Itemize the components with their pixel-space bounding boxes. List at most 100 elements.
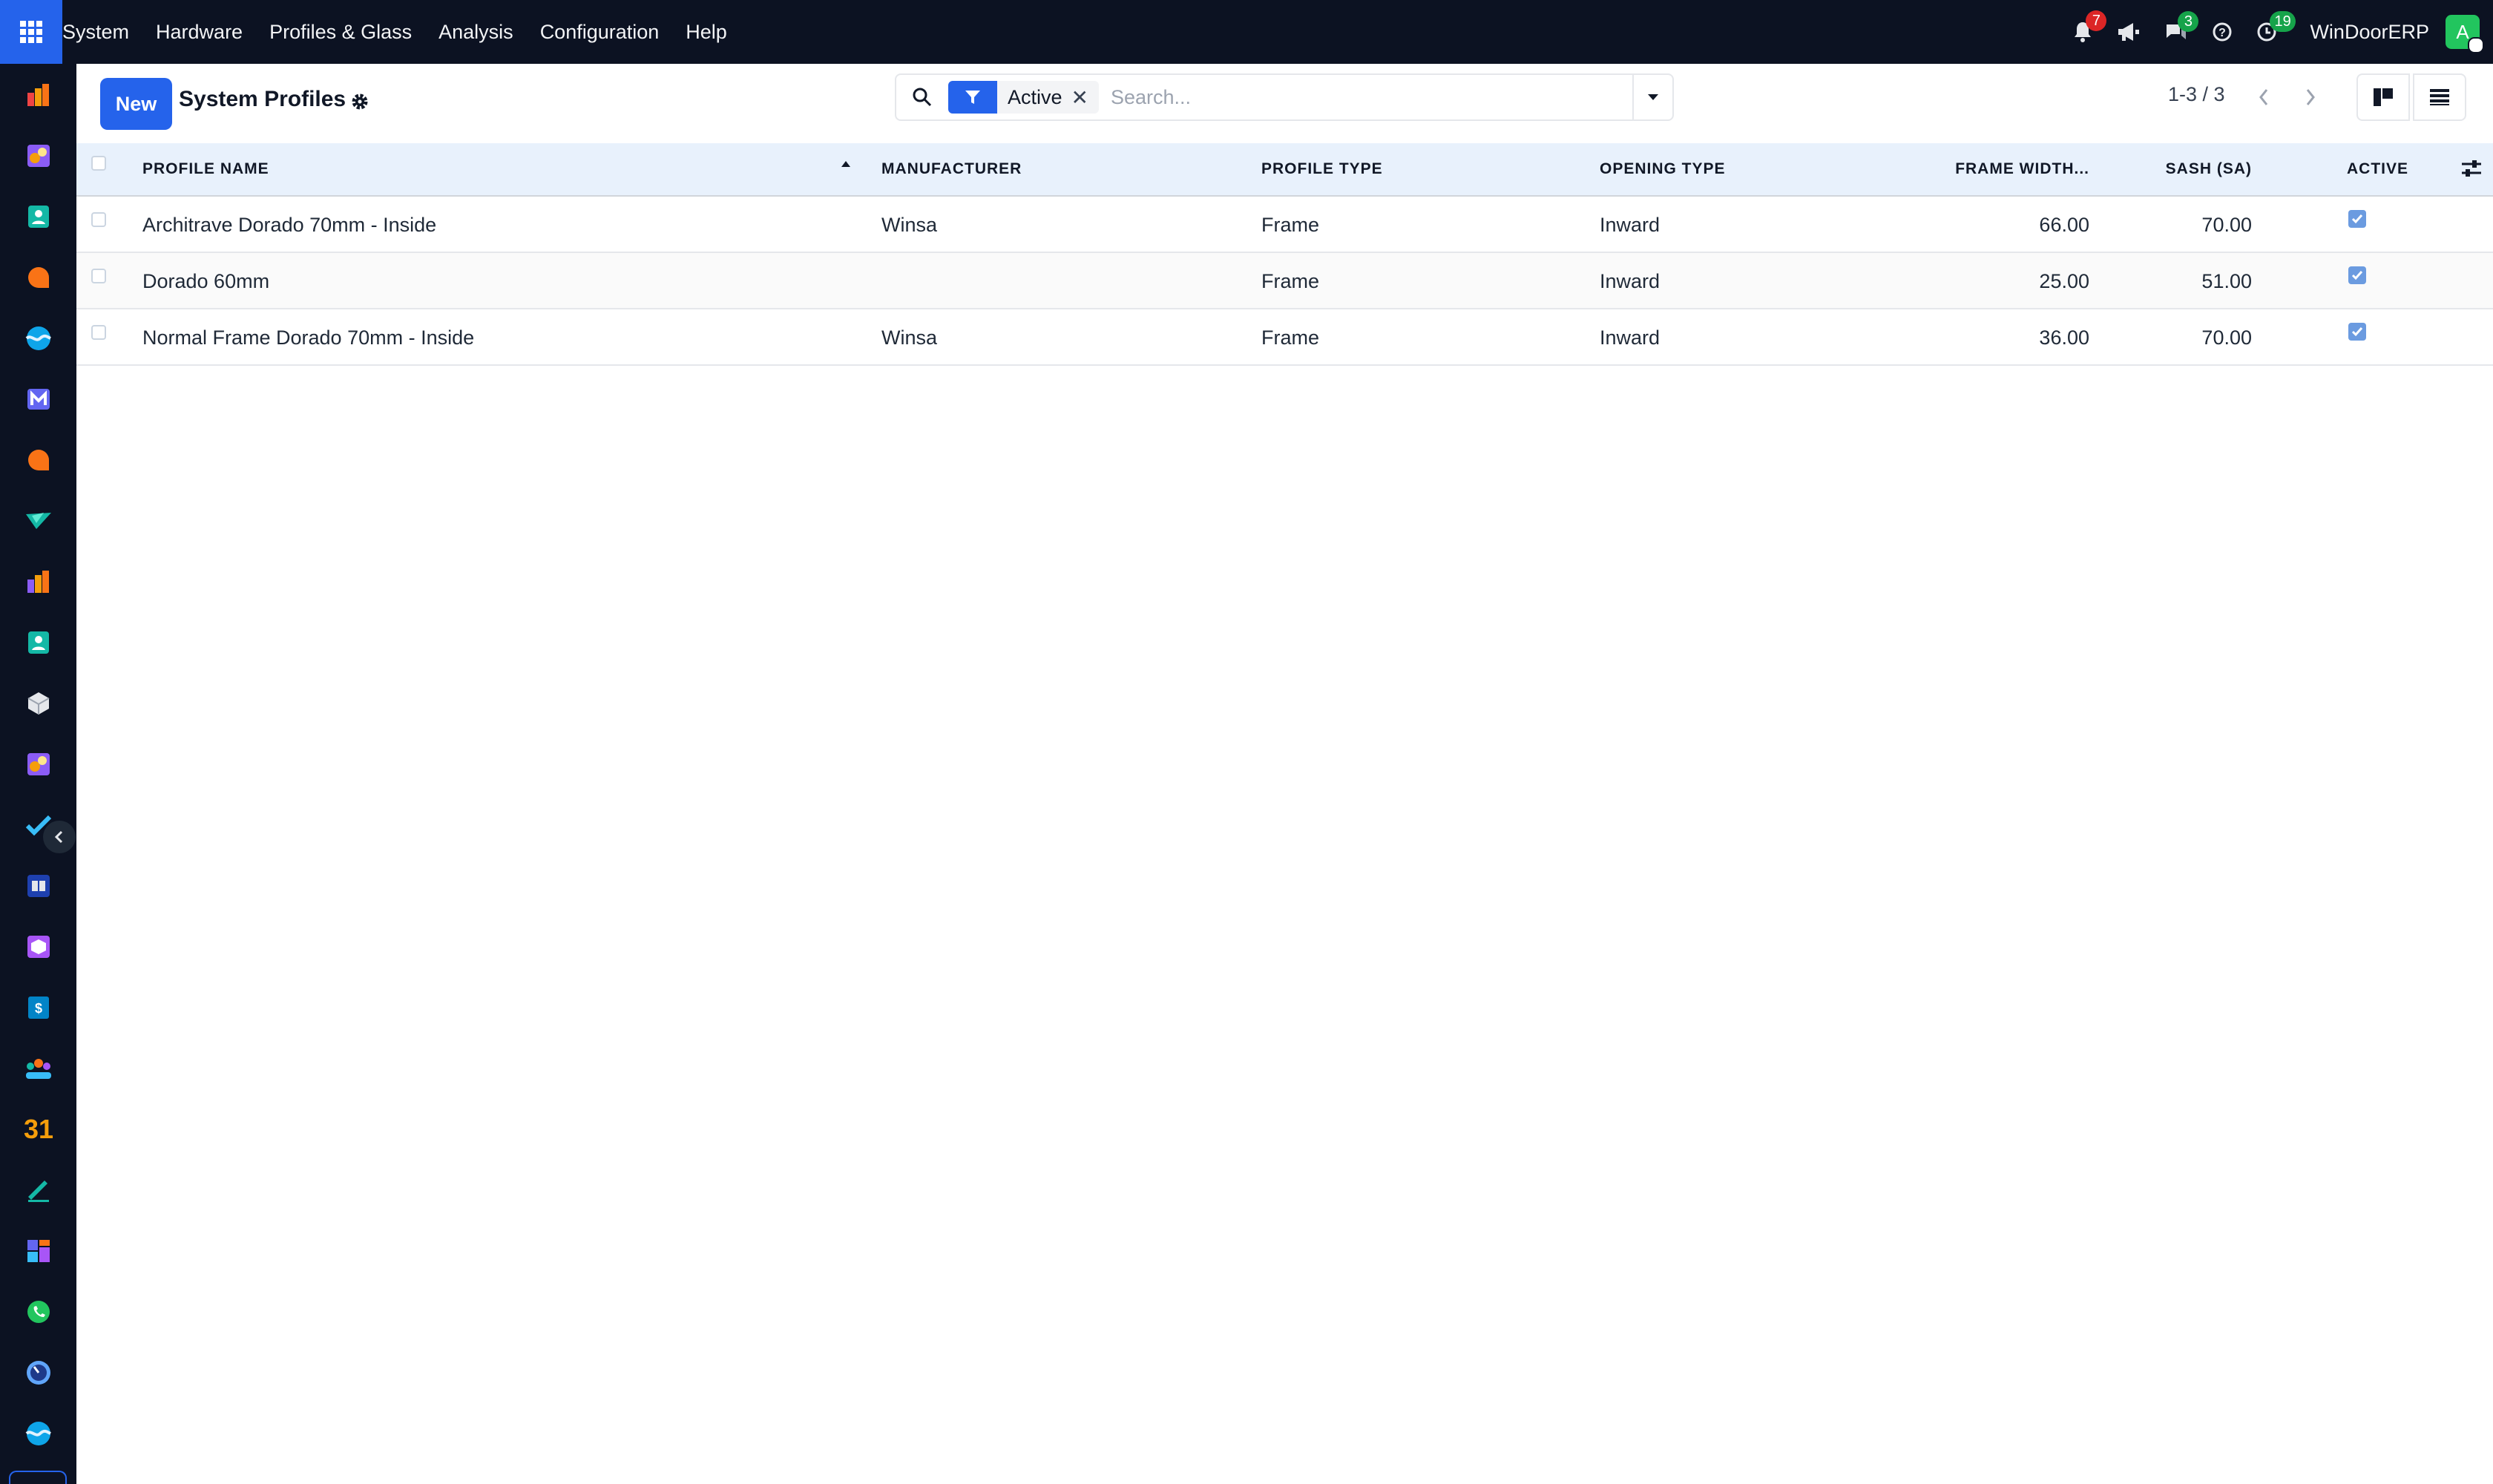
- filter-facet-remove[interactable]: ✕: [1071, 85, 1099, 110]
- activities-count-badge: 19: [2270, 11, 2296, 32]
- sort-ascending-icon: [841, 158, 851, 171]
- sidebar-app-dashboards[interactable]: [22, 1235, 55, 1267]
- pager-next-button[interactable]: [2289, 73, 2332, 121]
- mail-icon: [27, 389, 50, 410]
- actions-gear-button[interactable]: [350, 92, 369, 115]
- sidebar-app-charts[interactable]: [22, 565, 55, 598]
- column-header-active[interactable]: ACTIVE: [2347, 160, 2408, 178]
- sidebar-app-employees[interactable]: [22, 1052, 55, 1085]
- list-view-button[interactable]: [2413, 73, 2466, 121]
- kanban-view-button[interactable]: [2356, 73, 2410, 121]
- sidebar-app-contacts[interactable]: [22, 200, 55, 233]
- package-icon: [27, 692, 50, 715]
- cell-profile-name: Architrave Dorado 70mm - Inside: [142, 214, 437, 236]
- filter-facet: Active ✕: [948, 81, 1099, 114]
- cell-frame-width: 25.00: [2039, 270, 2089, 292]
- column-header-opening-type[interactable]: OPENING TYPE: [1600, 160, 1726, 178]
- filter-facet-icon: [948, 81, 997, 114]
- sidebar-app-time[interactable]: [22, 1356, 55, 1389]
- notifications-count-badge: 7: [2086, 10, 2107, 31]
- sidebar-app-sign[interactable]: [22, 1174, 55, 1206]
- company-switcher[interactable]: WinDoorERP: [2310, 21, 2429, 44]
- sidebar-app-documentation[interactable]: [22, 870, 55, 902]
- menu-configuration[interactable]: Configuration: [540, 21, 660, 44]
- cell-manufacturer: Winsa: [881, 326, 938, 349]
- sidebar-app-tasks[interactable]: [22, 809, 55, 841]
- sidebar-app-whatsapp[interactable]: [22, 1296, 55, 1328]
- table-row[interactable]: Normal Frame Dorado 70mm - Inside Winsa …: [76, 309, 2493, 366]
- column-header-frame-width[interactable]: FRAME WIDTH...: [1955, 160, 2089, 178]
- cell-profile-name: Normal Frame Dorado 70mm - Inside: [142, 326, 475, 349]
- row-checkbox[interactable]: [91, 325, 106, 340]
- sidebar-app-chat[interactable]: [22, 444, 55, 476]
- sliders-icon: [2462, 160, 2481, 177]
- pager-previous-button[interactable]: [2242, 73, 2285, 121]
- sidebar-app-contacts-2[interactable]: [22, 626, 55, 659]
- cell-profile-type: Frame: [1261, 270, 1320, 292]
- pager-value[interactable]: 1-3 / 3: [2168, 83, 2225, 106]
- column-header-profile-name[interactable]: PROFILE NAME: [142, 160, 269, 178]
- question-circle-icon: ?: [2213, 22, 2232, 42]
- cell-sash: 51.00: [2201, 270, 2252, 292]
- column-header-sash[interactable]: SASH (SA): [2166, 160, 2252, 178]
- cell-frame-width: 66.00: [2039, 214, 2089, 236]
- user-avatar[interactable]: A: [2446, 15, 2484, 53]
- app-menu-button[interactable]: [0, 0, 62, 64]
- cell-opening-type: Inward: [1600, 214, 1661, 236]
- search-options-toggle[interactable]: [1632, 75, 1672, 119]
- active-checkbox[interactable]: [2348, 266, 2366, 284]
- dashboards-icon: [27, 1240, 50, 1262]
- kanban-icon: [2374, 88, 2393, 106]
- sidebar-app-mail[interactable]: [22, 383, 55, 416]
- sidebar-app-wave-2[interactable]: [22, 1417, 55, 1450]
- sidebar-app-misc-2[interactable]: [22, 748, 55, 781]
- search-panel: Active ✕: [895, 73, 1674, 121]
- table-row[interactable]: Dorado 60mm Frame Inward 25.00 51.00: [76, 253, 2493, 309]
- grid-icon: [20, 21, 42, 43]
- search-input[interactable]: [1109, 85, 1617, 110]
- charts-icon: [27, 571, 49, 593]
- active-checkbox[interactable]: [2348, 323, 2366, 341]
- top-navbar: System Hardware Profiles & Glass Analysi…: [0, 0, 2493, 64]
- sidebar-app-wave[interactable]: [22, 322, 55, 355]
- sidebar-app-discuss[interactable]: [22, 261, 55, 294]
- chevron-right-icon: [2306, 89, 2315, 105]
- sidebar-app-package[interactable]: [22, 687, 55, 720]
- documentation-icon: [27, 875, 50, 897]
- chat-bubble-icon: [28, 450, 49, 470]
- activities-button[interactable]: 19: [2256, 11, 2296, 42]
- row-checkbox[interactable]: [91, 212, 106, 227]
- sidebar-app-check[interactable]: [22, 505, 55, 537]
- cell-opening-type: Inward: [1600, 270, 1661, 292]
- messages-button[interactable]: 3: [2164, 11, 2199, 42]
- menu-hardware[interactable]: Hardware: [156, 21, 243, 44]
- sidebar-app-misc[interactable]: [22, 139, 55, 172]
- column-header-manufacturer[interactable]: MANUFACTURER: [881, 160, 1022, 178]
- table-row[interactable]: Architrave Dorado 70mm - Inside Winsa Fr…: [76, 197, 2493, 253]
- menu-help[interactable]: Help: [686, 21, 727, 44]
- sign-icon: [28, 1181, 49, 1202]
- announcements-button[interactable]: [2117, 22, 2141, 42]
- menu-system[interactable]: System: [62, 21, 129, 44]
- row-checkbox[interactable]: [91, 269, 106, 283]
- sidebar-app-calendar[interactable]: 31: [22, 1113, 55, 1146]
- cell-sash: 70.00: [2201, 326, 2252, 349]
- notifications-button[interactable]: 7: [2072, 10, 2107, 43]
- inventory-icon: [27, 936, 50, 958]
- select-all-checkbox[interactable]: [91, 156, 106, 171]
- sidebar-app-accounting[interactable]: $: [22, 991, 55, 1024]
- avatar-initial: A: [2456, 20, 2469, 43]
- new-button[interactable]: New: [100, 78, 172, 130]
- optional-columns-toggle[interactable]: [2460, 158, 2483, 183]
- menu-profiles-glass[interactable]: Profiles & Glass: [269, 21, 412, 44]
- help-button[interactable]: ?: [2212, 22, 2233, 42]
- column-header-profile-type[interactable]: PROFILE TYPE: [1261, 160, 1383, 178]
- active-checkbox[interactable]: [2348, 210, 2366, 228]
- sidebar-app-inventory[interactable]: [22, 930, 55, 963]
- checkmark-icon: [2351, 327, 2363, 337]
- sidebar-app-reporting[interactable]: [22, 79, 55, 111]
- page-title: System Profiles: [179, 87, 346, 111]
- menu-analysis[interactable]: Analysis: [439, 21, 513, 44]
- checkmark-icon: [2351, 214, 2363, 224]
- search-button[interactable]: [896, 87, 948, 108]
